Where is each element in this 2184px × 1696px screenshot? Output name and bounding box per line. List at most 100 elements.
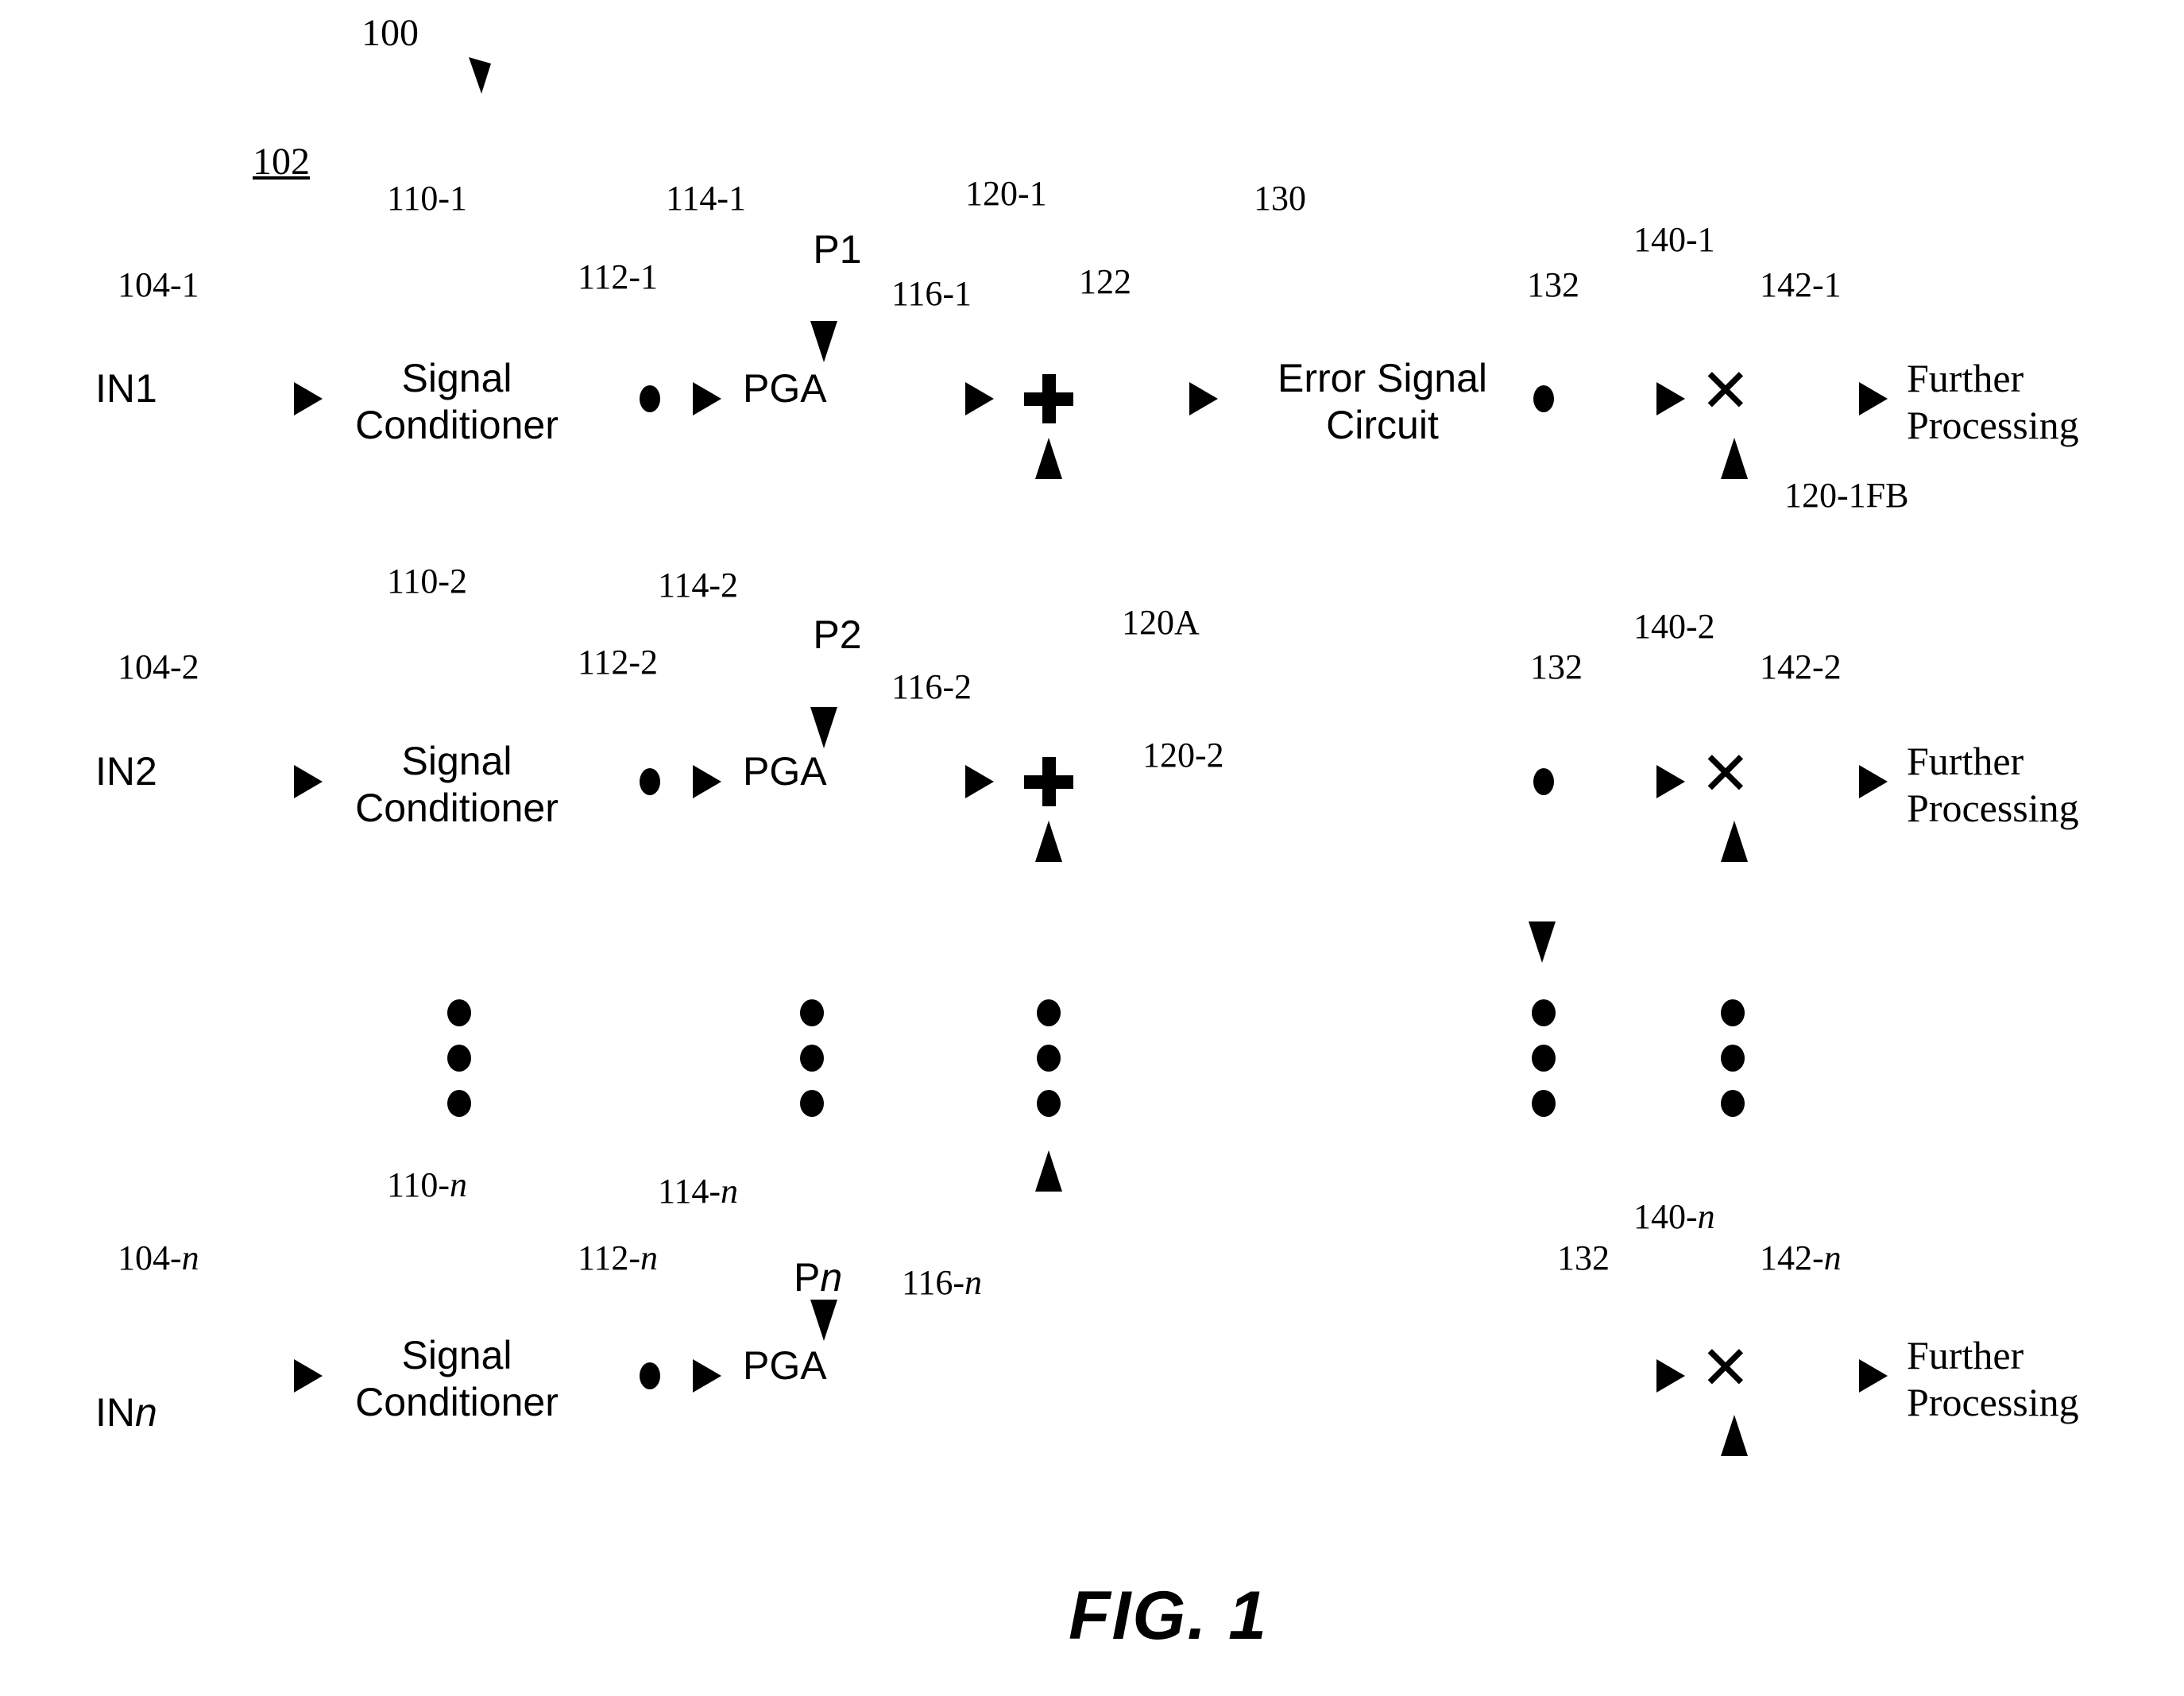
ellipsis-dot-sum-2 [1037,1045,1061,1072]
ref-numeral-142-n: 142-n [1760,1238,1842,1277]
ellipsis-dot-errnode-1 [1532,999,1556,1026]
ref-numeral-120-1FB: 120-1FB [1784,476,1909,515]
flow-arrow-sum-to-error-circuit-icon [1189,382,1218,415]
summing-junction-120-1-icon [1024,374,1073,423]
block-pga-ch1[interactable]: PGA [743,365,886,412]
ref-numeral-112-n: 112-n [578,1238,659,1277]
gain-control-label-pn: Pn [794,1254,843,1300]
block-pga-ch2[interactable]: PGA [743,748,886,795]
ellipsis-dot-sum-1 [1037,999,1061,1026]
flow-arrow-tap-to-pga-chn-icon [693,1359,721,1393]
sum-feedback-arrow-up-ch2-icon [1035,821,1062,862]
ellipsis-dot-pga-3 [800,1090,824,1117]
flow-arrow-multiplier-to-further-ch2-icon [1859,765,1888,798]
flow-arrow-tap-to-pga-ch1-icon [693,382,721,415]
ref-numeral-120A: 120A [1122,603,1200,642]
multiplier-junction-140-1-icon: ✕ [1700,357,1751,425]
ref-numeral-104-n: 104-n [118,1238,199,1277]
sum-feedback-arrow-up-ch1-icon [1035,438,1062,479]
block-signal-conditioner-ch1[interactable]: Signal Conditioner [342,355,572,448]
ref-numeral-104-1: 104-1 [118,265,199,304]
ref-numeral-116-1: 116-1 [891,274,972,313]
block-pga-chn[interactable]: PGA [743,1343,886,1389]
ref-numeral-142-1: 142-1 [1760,265,1842,304]
ellipsis-dot-mult-2 [1721,1045,1745,1072]
ref-numeral-114-n: 114-n [658,1172,739,1211]
patent-figure-canvas: 100 102 110-1 114-1 120-1 130 140-1 104-… [0,0,2184,1696]
flow-arrow-pga-to-sum-ch1-icon [965,382,994,415]
ref-numeral-120-2: 120-2 [1142,736,1224,775]
flow-arrow-tap-to-pga-ch2-icon [693,765,721,798]
ref-numeral-140-n: 140-n [1633,1197,1715,1236]
ref-numeral-120-1: 120-1 [965,174,1047,213]
figure-label: FIG. 1 [1069,1578,1268,1654]
tap-node-112-2-icon [640,768,660,795]
error-node-132-ch2-icon [1533,768,1554,795]
multiplier-feedback-arrow-up-ch2-icon [1721,821,1748,862]
ref-numeral-132-ch1: 132 [1527,265,1579,304]
ref-numeral-102: 102 [253,141,310,183]
flow-arrow-node-to-multiplier-chn-icon [1656,1359,1685,1393]
ref-numeral-132-chn: 132 [1557,1238,1610,1277]
ellipsis-dot-errnode-3 [1532,1090,1556,1117]
ellipsis-dot-pga-1 [800,999,824,1026]
ref-numeral-132-ch2: 132 [1530,647,1583,686]
ref-numeral-104-2: 104-2 [118,647,199,686]
ellipsis-dot-conditioner-2 [447,1045,471,1072]
ellipsis-dot-pga-2 [800,1045,824,1072]
sum-feedback-arrow-up-ellipsis-icon [1035,1150,1062,1192]
tap-node-112-n-icon [640,1362,660,1389]
ref-numeral-140-1: 140-1 [1633,220,1715,259]
ref-numeral-116-2: 116-2 [891,667,972,706]
multiplier-feedback-arrow-up-ch1-icon [1721,438,1748,479]
gain-control-label-p1: P1 [813,227,862,272]
block-further-processing-ch2[interactable]: Further Processing [1907,738,2177,831]
ellipsis-dot-conditioner-1 [447,999,471,1026]
ellipsis-dot-conditioner-3 [447,1090,471,1117]
flow-arrow-node-to-multiplier-ch2-icon [1656,765,1685,798]
ref-numeral-100: 100 [361,12,419,54]
multiplier-junction-140-n-icon: ✕ [1700,1335,1751,1402]
gain-control-arrow-down-icon-chn [810,1300,837,1341]
flow-arrow-in2-to-conditioner-icon [294,765,323,798]
ref-numeral-112-1: 112-1 [578,257,659,296]
ref-numeral-114-2: 114-2 [658,566,739,605]
flow-arrow-in1-to-conditioner-icon [294,382,323,415]
ref-numeral-110-2: 110-2 [387,562,468,601]
ref-numeral-140-2: 140-2 [1633,607,1715,646]
ref-numeral-122: 122 [1079,262,1131,301]
multiplier-junction-140-2-icon: ✕ [1700,740,1751,808]
ellipsis-dot-sum-3 [1037,1090,1061,1117]
block-further-processing-ch1[interactable]: Further Processing [1907,355,2177,448]
multiplier-feedback-arrow-up-chn-icon [1721,1415,1748,1456]
ellipsis-dot-mult-1 [1721,999,1745,1026]
gain-control-label-p2: P2 [813,612,862,657]
ref-numeral-130: 130 [1254,179,1306,218]
ref-numeral-110-n: 110-n [387,1165,468,1204]
ellipsis-dot-mult-3 [1721,1090,1745,1117]
flow-arrow-multiplier-to-further-ch1-icon [1859,382,1888,415]
error-node-arrow-down-icon [1529,921,1556,963]
tap-node-112-1-icon [640,385,660,412]
summing-junction-120-2-icon [1024,757,1073,806]
input-label-in1: IN1 [95,366,157,411]
gain-control-arrow-down-icon-ch2 [810,707,837,748]
gain-control-arrow-down-icon-ch1 [810,321,837,362]
ref-numeral-112-2: 112-2 [578,643,659,682]
block-further-processing-chn[interactable]: Further Processing [1907,1332,2177,1425]
ref-numeral-116-n: 116-n [902,1263,983,1302]
input-label-inn: INn [95,1389,157,1435]
error-node-132-ch1-icon [1533,385,1554,412]
flow-arrow-multiplier-to-further-chn-icon [1859,1359,1888,1393]
flow-arrow-pga-to-sum-ch2-icon [965,765,994,798]
ref-numeral-110-1: 110-1 [387,179,468,218]
block-error-signal-circuit[interactable]: Error Signal Circuit [1223,355,1541,448]
flow-arrow-inn-to-conditioner-icon [294,1359,323,1393]
block-signal-conditioner-chn[interactable]: Signal Conditioner [342,1332,572,1425]
flow-arrow-node-to-multiplier-ch1-icon [1656,382,1685,415]
block-signal-conditioner-ch2[interactable]: Signal Conditioner [342,738,572,831]
ellipsis-dot-errnode-2 [1532,1045,1556,1072]
lead-line-100-icon [469,57,491,94]
input-label-in2: IN2 [95,749,157,794]
ref-numeral-114-1: 114-1 [666,179,747,218]
